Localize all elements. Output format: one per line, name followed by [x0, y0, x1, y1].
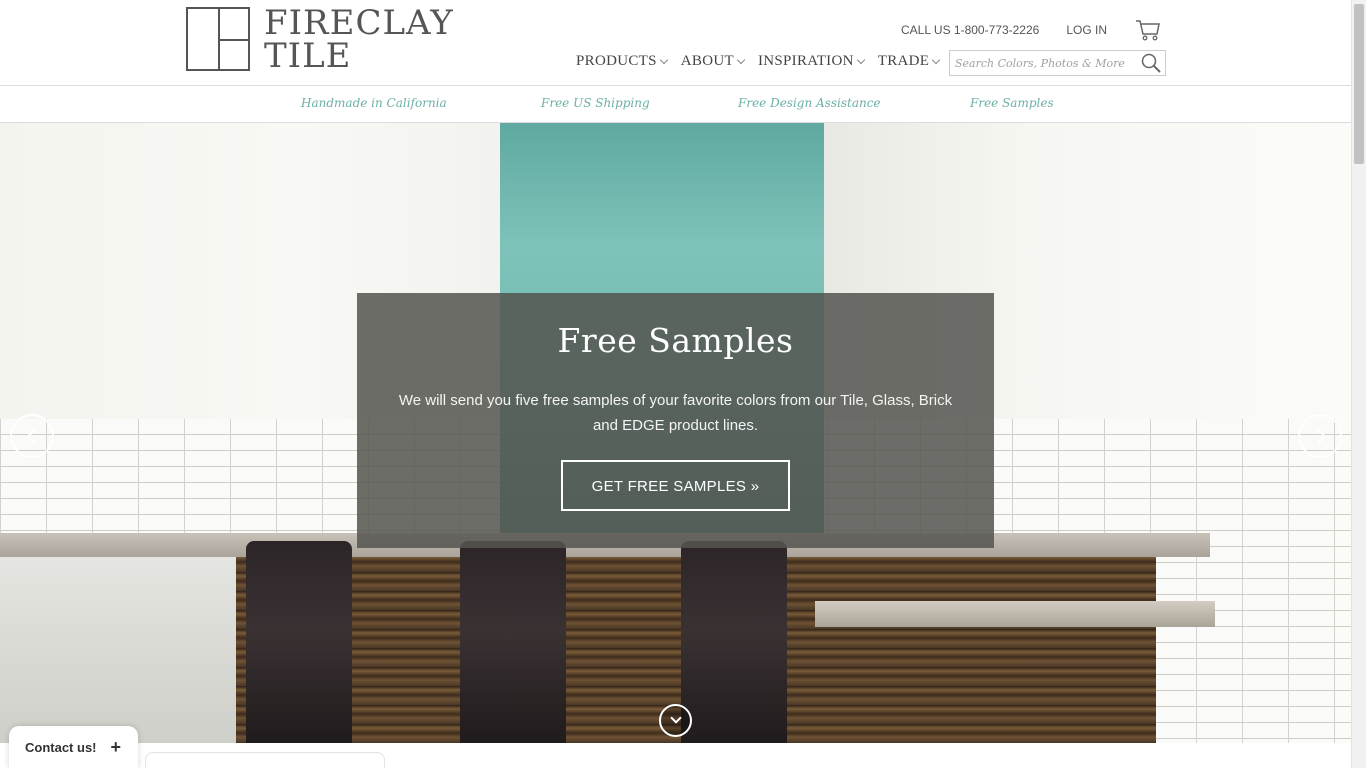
nav-label: PRODUCTS [576, 53, 657, 69]
scrollbar-thumb[interactable] [1354, 4, 1364, 164]
phone-number: CALL US 1-800-773-2226 [901, 23, 1040, 37]
cart-icon[interactable] [1135, 18, 1161, 42]
slider-prev-button[interactable] [10, 414, 54, 458]
contact-us-widget[interactable]: Contact us! + [9, 726, 138, 768]
nav-label: ABOUT [680, 53, 734, 69]
search-input[interactable] [950, 51, 1137, 75]
nav-trade[interactable]: TRADE [877, 53, 941, 70]
hero-slider: Free Samples We will send you five free … [0, 123, 1351, 743]
nav-inspiration[interactable]: INSPIRATION [757, 53, 865, 70]
get-free-samples-button[interactable]: GET FREE SAMPLES » [560, 460, 791, 511]
page-scrollbar[interactable] [1351, 0, 1366, 768]
chevron-down-icon [670, 712, 682, 724]
logo[interactable]: FIRECLAY TILE [186, 6, 454, 76]
utility-bar: CALL US 1-800-773-2226 LOG IN [901, 18, 1161, 42]
nav-label: INSPIRATION [757, 53, 854, 69]
chevron-down-icon [659, 55, 669, 65]
hero-body: We will send you five free samples of yo… [398, 392, 953, 434]
chevron-right-icon [1310, 428, 1327, 445]
search-box [949, 50, 1166, 76]
promo-design-assistance[interactable]: Free Design Assistance [738, 96, 881, 110]
chevron-down-icon [736, 55, 746, 65]
scroll-down-button[interactable] [659, 704, 692, 737]
logo-text: FIRECLAY TILE [264, 6, 454, 76]
logo-mark-icon [186, 7, 250, 71]
nav-label: TRADE [877, 53, 930, 69]
hero-caption: Free Samples We will send you five free … [357, 293, 994, 548]
hero-title: Free Samples [557, 321, 794, 360]
contact-us-label: Contact us! [25, 739, 97, 755]
promo-strip: Handmade in California Free US Shipping … [0, 86, 1351, 123]
login-link[interactable]: LOG IN [1066, 23, 1107, 37]
promo-samples[interactable]: Free Samples [970, 96, 1054, 110]
nav-about[interactable]: ABOUT [680, 53, 746, 70]
nav-products[interactable]: PRODUCTS [576, 53, 669, 70]
chevron-down-icon [856, 55, 865, 65]
search-icon[interactable] [1137, 51, 1165, 75]
site-header: FIRECLAY TILE CALL US 1-800-773-2226 LOG… [0, 0, 1351, 86]
promo-handmade[interactable]: Handmade in California [301, 96, 447, 110]
main-nav: PRODUCTS ABOUT INSPIRATION TRADE [576, 53, 953, 70]
chevron-down-icon [932, 55, 941, 65]
content-tab-edge [145, 752, 385, 768]
logo-line2: TILE [264, 36, 352, 76]
plus-icon: + [110, 736, 122, 757]
chevron-left-icon [26, 428, 43, 445]
slider-next-button[interactable] [1298, 414, 1342, 458]
promo-shipping[interactable]: Free US Shipping [541, 96, 650, 110]
